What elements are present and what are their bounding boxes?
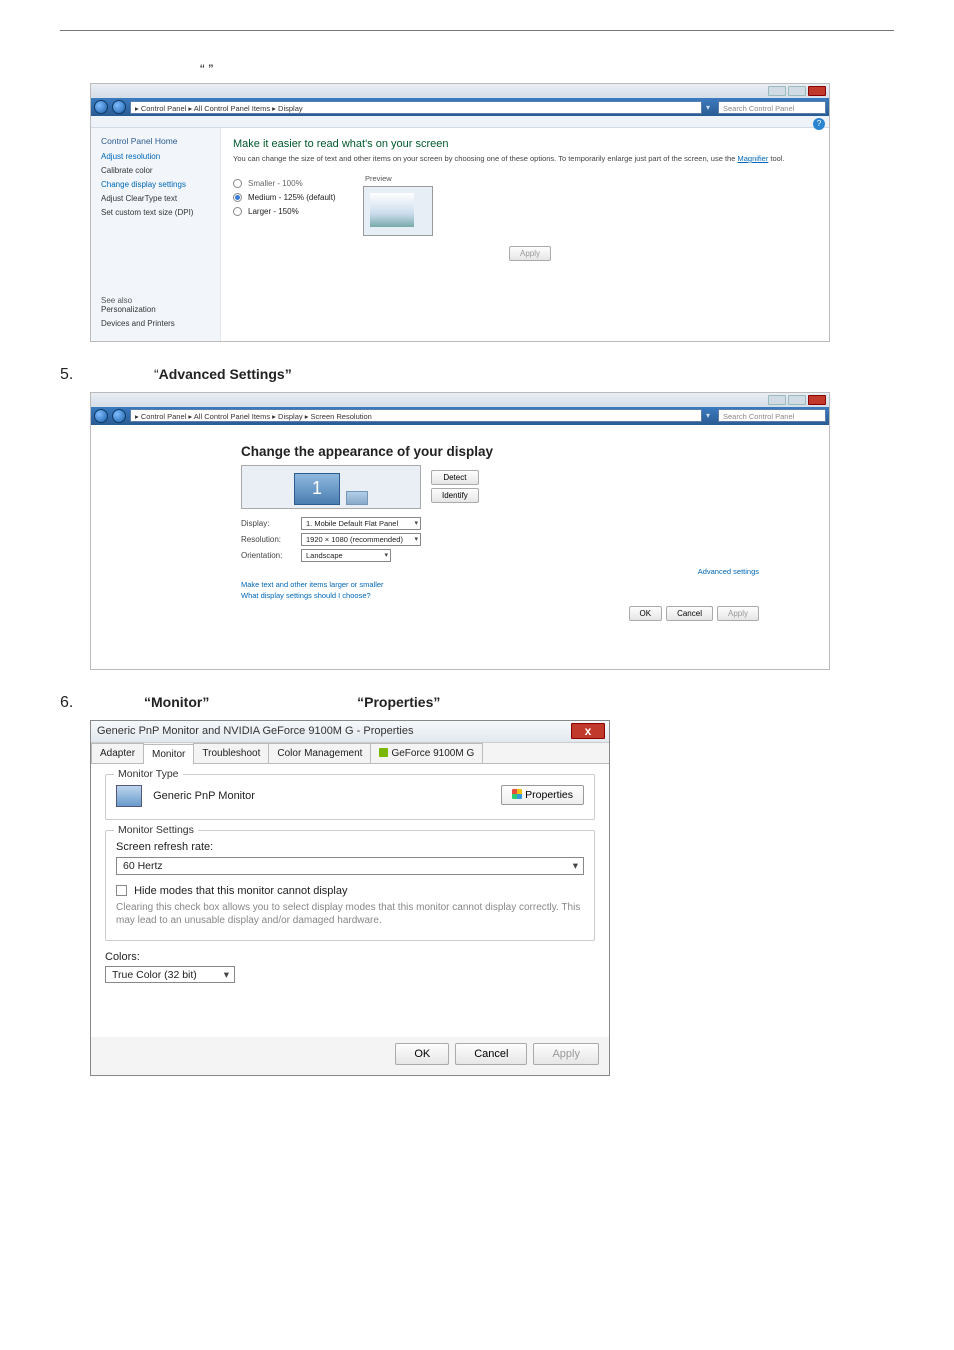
colors-group: Colors: True Color (32 bit): [105, 951, 595, 987]
option-larger[interactable]: Larger - 150%: [233, 207, 363, 216]
cancel-button[interactable]: Cancel: [455, 1043, 527, 1065]
preview-image: [363, 186, 433, 236]
page-description: You can change the size of text and othe…: [233, 154, 817, 164]
what-settings-link[interactable]: What display settings should I choose?: [241, 591, 759, 600]
orientation-label: Orientation:: [241, 551, 301, 560]
ok-button[interactable]: OK: [395, 1043, 449, 1065]
refresh-rate-select[interactable]: 60 Hertz: [116, 857, 584, 875]
monitor-icon: [116, 785, 142, 807]
sidebar-item-change-display[interactable]: Change display settings: [101, 180, 212, 189]
maximize-button[interactable]: [788, 86, 806, 96]
window-titlebar: [91, 84, 829, 98]
hide-modes-checkbox[interactable]: [116, 885, 127, 896]
hide-modes-hint: Clearing this check box allows you to se…: [116, 901, 584, 928]
monitor-settings-legend: Monitor Settings: [114, 824, 198, 836]
step-6: 6. “Monitor” “Properties”: [60, 694, 894, 712]
minimize-button[interactable]: [768, 86, 786, 96]
close-button[interactable]: x: [571, 723, 605, 739]
orientation-select[interactable]: Landscape: [301, 549, 391, 562]
minimize-button[interactable]: [768, 395, 786, 405]
monitor-1[interactable]: 1: [294, 473, 340, 505]
step4-quote: “ ”: [200, 61, 894, 77]
monitor-settings-group: Monitor Settings Screen refresh rate: 60…: [105, 830, 595, 941]
page-title: Make it easier to read what's on your sc…: [233, 138, 817, 150]
nav-back-button[interactable]: [94, 409, 108, 423]
monitor-secondary[interactable]: [346, 491, 368, 505]
see-also-personalization[interactable]: Personalization: [101, 305, 212, 314]
monitor-preview[interactable]: 1: [241, 465, 421, 509]
display-label: Display:: [241, 519, 301, 528]
figure-display-settings: ▸ Control Panel ▸ All Control Panel Item…: [90, 83, 830, 342]
option-smaller[interactable]: Smaller - 100%: [233, 179, 363, 188]
tab-adapter[interactable]: Adapter: [91, 743, 144, 763]
apply-button[interactable]: Apply: [717, 606, 759, 621]
monitor-type-legend: Monitor Type: [114, 768, 183, 780]
page-title: Change the appearance of your display: [241, 444, 759, 459]
step-5: 5. “Advanced Settings”: [60, 366, 894, 384]
apply-button[interactable]: Apply: [509, 246, 551, 261]
address-bar: ▸ Control Panel ▸ All Control Panel Item…: [91, 98, 829, 116]
tab-strip: Adapter Monitor Troubleshoot Color Manag…: [91, 743, 609, 764]
figure-screen-resolution: ▸ Control Panel ▸ All Control Panel Item…: [90, 392, 830, 670]
monitor-type-group: Monitor Type Generic PnP Monitor Propert…: [105, 774, 595, 820]
properties-button[interactable]: Properties: [501, 785, 584, 805]
preview-label: Preview: [365, 174, 392, 183]
colors-select[interactable]: True Color (32 bit): [105, 966, 235, 983]
search-input[interactable]: Search Control Panel: [718, 409, 826, 422]
monitor-name: Generic PnP Monitor: [153, 790, 255, 802]
close-button[interactable]: [808, 86, 826, 96]
tab-color-management[interactable]: Color Management: [268, 743, 371, 763]
address-bar: ▸ Control Panel ▸ All Control Panel Item…: [91, 407, 829, 425]
sidebar-item-adjust-resolution[interactable]: Adjust resolution: [101, 152, 212, 161]
advanced-settings-link[interactable]: Advanced settings: [698, 567, 759, 576]
sidebar-item-cleartype[interactable]: Adjust ClearType text: [101, 194, 212, 203]
sidebar-item-calibrate-color[interactable]: Calibrate color: [101, 166, 212, 175]
nav-forward-button[interactable]: [112, 409, 126, 423]
breadcrumb[interactable]: ▸ Control Panel ▸ All Control Panel Item…: [130, 409, 702, 422]
cancel-button[interactable]: Cancel: [666, 606, 713, 621]
refresh-rate-label: Screen refresh rate:: [116, 841, 584, 853]
search-input[interactable]: Search Control Panel: [718, 101, 826, 114]
text-size-link[interactable]: Make text and other items larger or smal…: [241, 580, 759, 589]
dialog-title: Generic PnP Monitor and NVIDIA GeForce 9…: [97, 725, 414, 737]
sidebar-item-custom-dpi[interactable]: Set custom text size (DPI): [101, 208, 212, 217]
breadcrumb[interactable]: ▸ Control Panel ▸ All Control Panel Item…: [130, 101, 702, 114]
option-medium[interactable]: Medium - 125% (default): [233, 193, 363, 202]
apply-button[interactable]: Apply: [533, 1043, 599, 1065]
ok-button[interactable]: OK: [629, 606, 663, 621]
maximize-button[interactable]: [788, 395, 806, 405]
tab-troubleshoot[interactable]: Troubleshoot: [193, 743, 269, 763]
sidebar: Control Panel Home Adjust resolution Cal…: [91, 128, 221, 341]
monitor-properties-dialog: Generic PnP Monitor and NVIDIA GeForce 9…: [90, 720, 610, 1076]
see-also-devices[interactable]: Devices and Printers: [101, 319, 212, 328]
nav-forward-button[interactable]: [112, 100, 126, 114]
hide-modes-label: Hide modes that this monitor cannot disp…: [134, 885, 347, 897]
resolution-select[interactable]: 1920 × 1080 (recommended): [301, 533, 421, 546]
window-titlebar: [91, 393, 829, 407]
colors-label: Colors:: [105, 951, 595, 963]
display-select[interactable]: 1. Mobile Default Flat Panel: [301, 517, 421, 530]
tab-monitor[interactable]: Monitor: [143, 744, 194, 764]
detect-button[interactable]: Detect: [431, 470, 479, 485]
nav-back-button[interactable]: [94, 100, 108, 114]
identify-button[interactable]: Identify: [431, 488, 479, 503]
close-button[interactable]: [808, 395, 826, 405]
shield-icon: [512, 789, 522, 799]
resolution-label: Resolution:: [241, 535, 301, 544]
see-also-header: See also: [101, 296, 212, 305]
nvidia-icon: [379, 748, 388, 757]
tab-geforce[interactable]: GeForce 9100M G: [370, 743, 483, 763]
magnifier-link[interactable]: Magnifier: [737, 154, 768, 163]
sidebar-home[interactable]: Control Panel Home: [101, 136, 212, 146]
